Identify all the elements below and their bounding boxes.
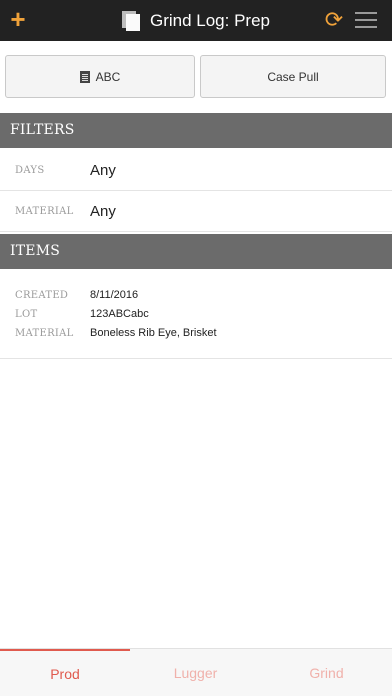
filter-row-days[interactable]: DAYS Any xyxy=(0,150,392,191)
item-created-row: CREATED 8/11/2016 xyxy=(0,286,392,305)
item-label: CREATED xyxy=(15,290,69,301)
item-material-value: Boneless Rib Eye, Brisket xyxy=(90,327,217,339)
item-label: MATERIAL xyxy=(15,328,74,339)
filters-header: FILTERS xyxy=(0,113,392,148)
filter-value: Any xyxy=(90,162,116,179)
building-icon xyxy=(79,70,90,83)
items-header: ITEMS xyxy=(0,234,392,269)
item-lot-row: LOT 123ABCabc xyxy=(0,305,392,324)
filter-label: DAYS xyxy=(15,165,45,176)
item-label: LOT xyxy=(15,309,38,320)
tab-bar: Prod Lugger Grind xyxy=(0,648,392,696)
hamburger-menu-icon[interactable] xyxy=(355,12,377,28)
document-icon xyxy=(121,10,140,31)
filter-value: Any xyxy=(90,203,116,220)
filter-row-material[interactable]: MATERIAL Any xyxy=(0,191,392,232)
item-created-value: 8/11/2016 xyxy=(90,289,139,301)
case-pull-button[interactable]: Case Pull xyxy=(200,55,386,98)
abc-button-label: ABC xyxy=(95,69,121,84)
top-bar: + Grind Log: Prep ⟳ xyxy=(0,0,392,41)
abc-button[interactable]: ABC xyxy=(5,55,195,98)
case-pull-button-label: Case Pull xyxy=(267,69,319,84)
item-lot-value: 123ABCabc xyxy=(90,308,149,320)
tab-prod[interactable]: Prod xyxy=(0,649,130,696)
item-material-row: MATERIAL Boneless Rib Eye, Brisket xyxy=(0,324,392,343)
page-title: Grind Log: Prep xyxy=(149,10,270,30)
tab-lugger[interactable]: Lugger xyxy=(130,649,261,696)
refresh-icon[interactable]: ⟳ xyxy=(322,8,346,32)
tab-grind[interactable]: Grind xyxy=(261,649,392,696)
item-card[interactable]: CREATED 8/11/2016 LOT 123ABCabc MATERIAL… xyxy=(0,270,392,359)
plus-icon[interactable]: + xyxy=(6,2,30,36)
filter-label: MATERIAL xyxy=(15,206,74,217)
